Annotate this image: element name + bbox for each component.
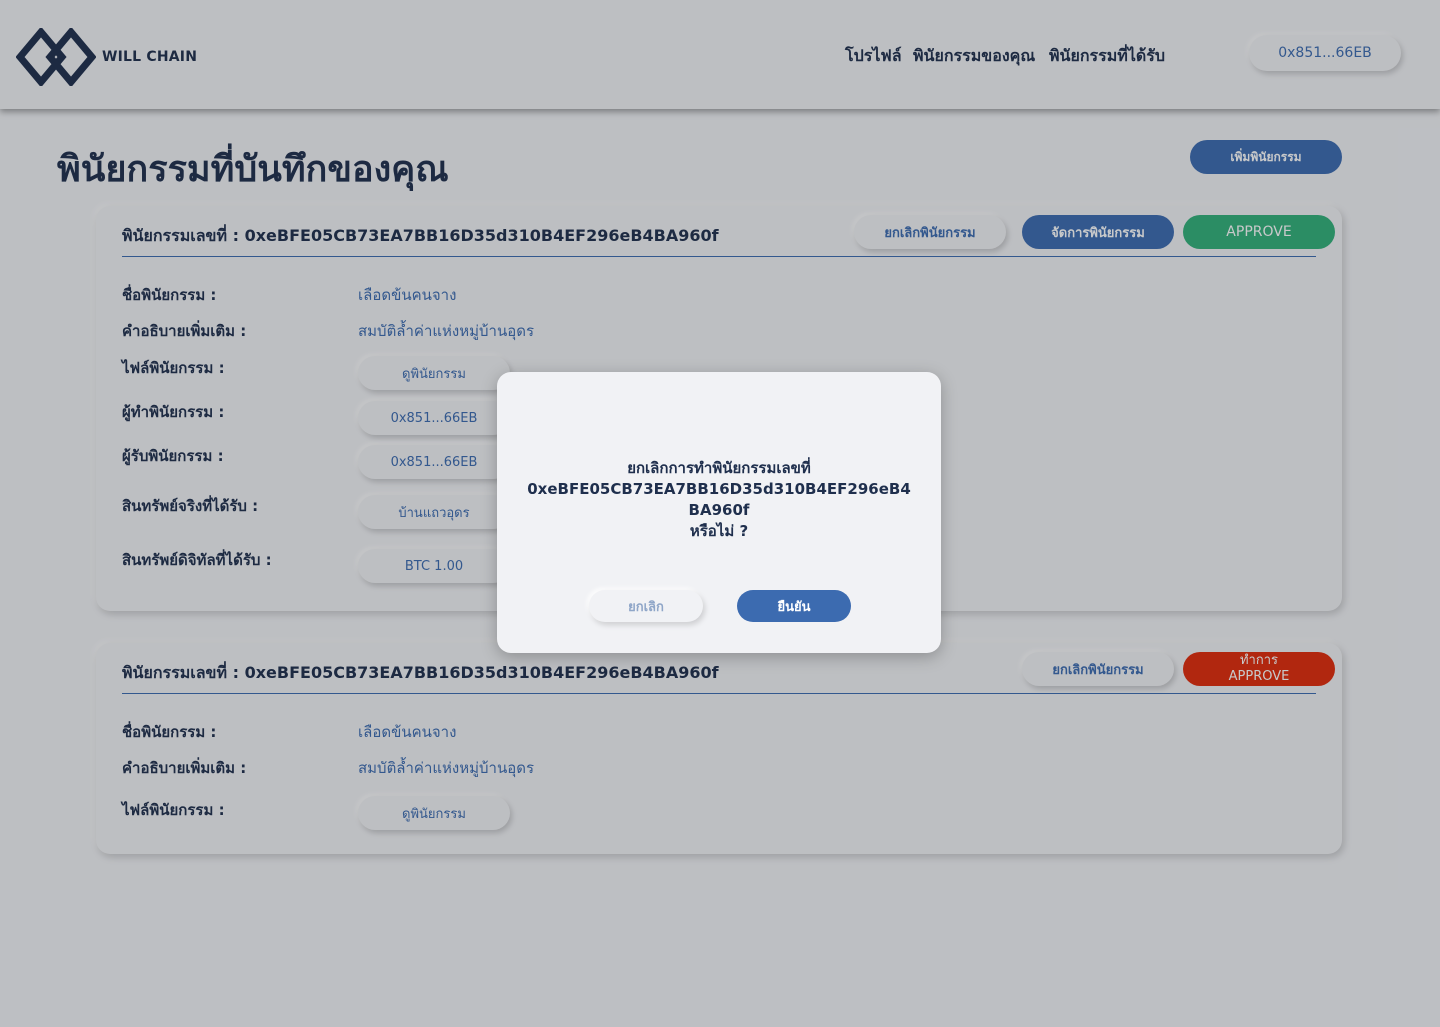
confirm-message: ยกเลิกการทำพินัยกรรมเลขที่ 0xeBFE05CB73E… <box>527 458 911 542</box>
confirm-message-line1: ยกเลิกการทำพินัยกรรมเลขที่ <box>627 459 811 477</box>
page: WILL CHAIN โปรไฟล์ พินัยกรรมของคุณ พินัย… <box>0 0 1440 1027</box>
dialog-confirm-button[interactable]: ยืนยัน <box>737 590 851 622</box>
cancel-will-confirm-dialog: ยกเลิกการทำพินัยกรรมเลขที่ 0xeBFE05CB73E… <box>497 372 941 653</box>
confirm-message-line3: หรือไม่ ? <box>689 522 749 540</box>
confirm-message-will-number: 0xeBFE05CB73EA7BB16D35d310B4EF296eB4BA96… <box>527 480 911 519</box>
dialog-cancel-button[interactable]: ยกเลิก <box>589 590 703 622</box>
